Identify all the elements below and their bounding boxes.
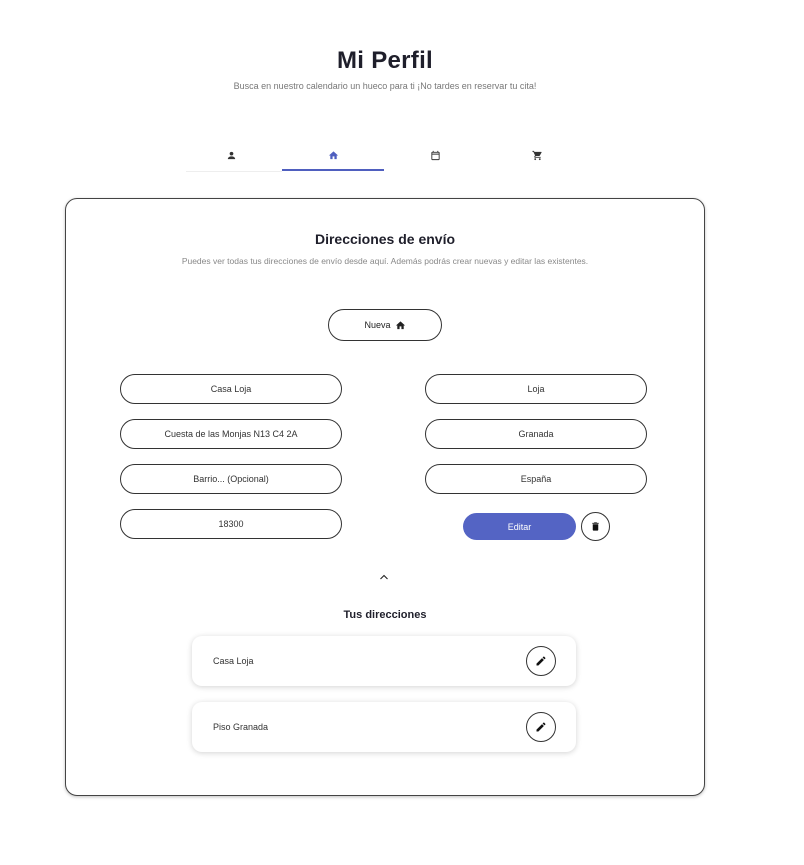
delete-address-button[interactable] [581, 512, 610, 541]
addresses-section-title: Tus direcciones [343, 609, 427, 621]
person-icon [227, 151, 235, 159]
card-subtitle: Puedes ver todas tus direcciones de enví… [181, 256, 589, 266]
street-field[interactable] [120, 419, 342, 449]
chevron-up-icon [380, 574, 388, 580]
district-field[interactable] [120, 464, 342, 494]
address-name-input[interactable] [130, 383, 332, 395]
postal-code-input[interactable] [130, 518, 332, 530]
tab-appointments[interactable] [384, 138, 486, 172]
home-icon [328, 150, 338, 159]
shipping-addresses-card: Direcciones de envío Puedes ver todas tu… [65, 198, 705, 796]
edit-address-item-button[interactable] [526, 712, 556, 742]
new-address-label: Nueva [364, 320, 391, 330]
page-title: Mi Perfil [336, 47, 434, 74]
province-field[interactable] [425, 419, 647, 449]
address-list-item[interactable]: Casa Loja [192, 636, 576, 686]
trash-icon [592, 522, 599, 531]
tab-profile[interactable] [180, 138, 282, 172]
country-input[interactable] [435, 473, 637, 485]
pencil-icon [536, 656, 546, 666]
page-subtitle: Busca en nuestro calendario un hueco par… [233, 81, 537, 91]
tab-cart[interactable] [486, 138, 588, 172]
street-input[interactable] [130, 428, 332, 440]
cart-icon [531, 150, 542, 160]
tab-addresses[interactable] [282, 138, 384, 172]
address-list-item-name: Casa Loja [213, 656, 254, 666]
profile-tabs [180, 138, 588, 174]
country-field[interactable] [425, 464, 647, 494]
calendar-icon [430, 150, 440, 160]
province-input[interactable] [435, 428, 637, 440]
edit-address-item-button[interactable] [526, 646, 556, 676]
new-address-button[interactable]: Nueva [328, 309, 442, 341]
district-input[interactable] [130, 473, 332, 485]
active-tab-indicator [282, 169, 384, 171]
postal-code-field[interactable] [120, 509, 342, 539]
page-header: Mi Perfil Busca en nuestro calendario un… [0, 47, 770, 91]
pencil-icon [536, 722, 546, 732]
address-list-item[interactable]: Piso Granada [192, 702, 576, 752]
home-icon [395, 320, 405, 329]
city-field[interactable] [425, 374, 647, 404]
edit-address-button[interactable]: Editar [463, 513, 576, 540]
address-list-item-name: Piso Granada [213, 722, 269, 732]
city-input[interactable] [435, 383, 637, 395]
collapse-form-button[interactable] [374, 569, 394, 585]
address-name-field[interactable] [120, 374, 342, 404]
card-title: Direcciones de envío [314, 231, 456, 247]
